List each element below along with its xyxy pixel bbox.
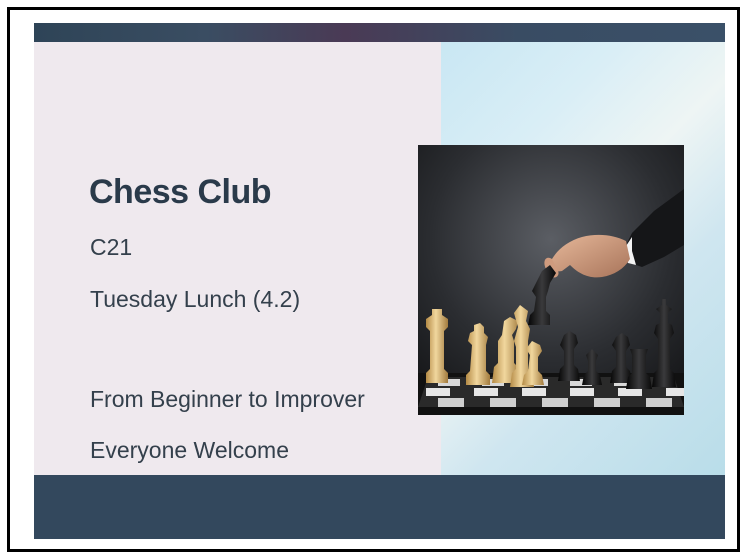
top-decorative-band <box>34 23 725 42</box>
schedule-text: Tuesday Lunch (4.2) <box>90 286 301 312</box>
bottom-decorative-band <box>34 475 725 539</box>
tagline-text: From Beginner to Improver <box>90 386 365 412</box>
chess-photo <box>418 145 684 415</box>
welcome-text: Everyone Welcome <box>90 437 289 463</box>
slide-title: Chess Club <box>89 173 272 211</box>
chess-photo-illustration <box>418 145 684 415</box>
room-text: C21 <box>90 234 133 260</box>
text-panel: Chess Club C21 Tuesday Lunch (4.2) From … <box>34 42 441 475</box>
